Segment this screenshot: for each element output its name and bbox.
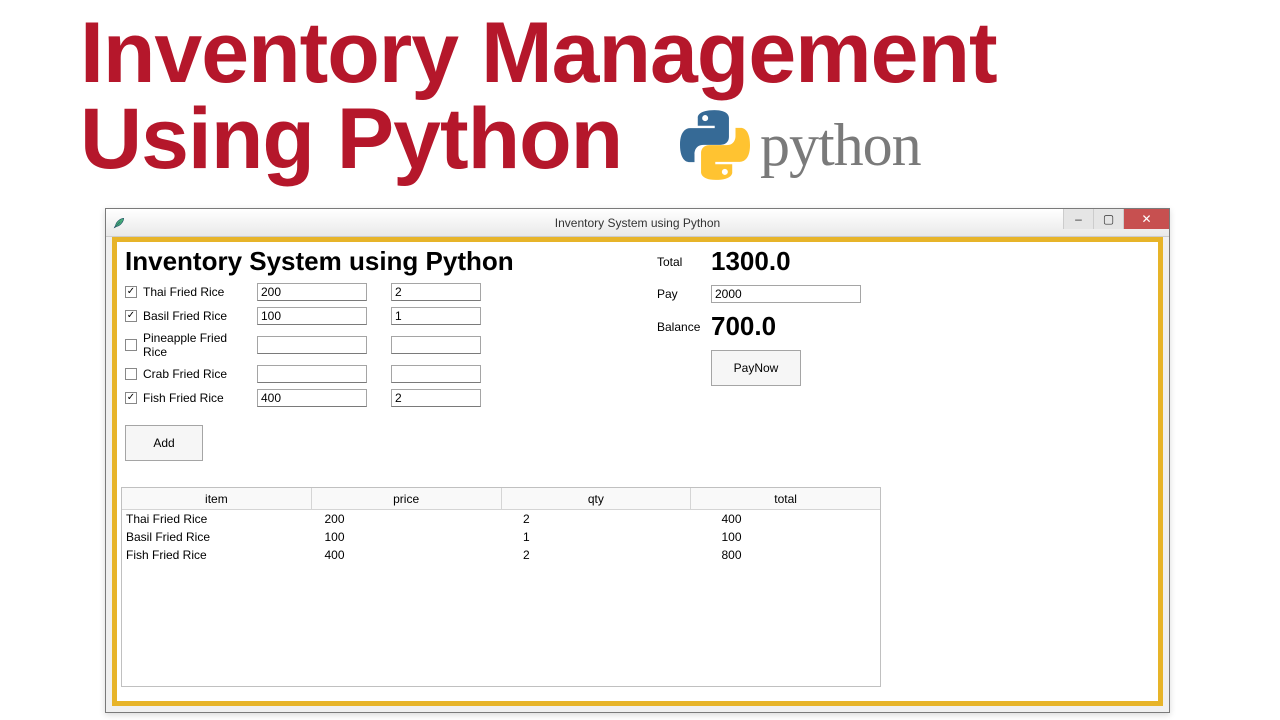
summary-pane: Total 1300.0 Pay Balance 700.0 PayNow xyxy=(657,246,861,386)
pay-input[interactable] xyxy=(711,285,861,303)
col-qty[interactable]: qty xyxy=(502,488,692,509)
client-area: Inventory System using Python Thai Fried… xyxy=(112,237,1163,706)
balance-label: Balance xyxy=(657,320,711,334)
item-label: Fish Fried Rice xyxy=(143,391,251,405)
qty-input[interactable] xyxy=(391,336,481,354)
checkbox-crab[interactable] xyxy=(125,368,137,380)
python-brand: python xyxy=(680,110,921,180)
price-input[interactable] xyxy=(257,336,367,354)
checkbox-thai[interactable] xyxy=(125,286,137,298)
table-row: Basil Fried Rice 100 1 100 xyxy=(122,528,880,546)
col-price[interactable]: price xyxy=(312,488,502,509)
table-header-row: item price qty total xyxy=(122,488,880,510)
pay-label: Pay xyxy=(657,287,711,301)
close-button[interactable]: ✕ xyxy=(1123,209,1169,229)
checkbox-pineapple[interactable] xyxy=(125,339,137,351)
minimize-button[interactable]: – xyxy=(1063,209,1093,229)
price-input[interactable] xyxy=(257,389,367,407)
table-body: Thai Fried Rice 200 2 400 Basil Fried Ri… xyxy=(122,510,880,564)
add-button[interactable]: Add xyxy=(125,425,203,461)
price-input[interactable] xyxy=(257,365,367,383)
item-label: Basil Fried Rice xyxy=(143,309,251,323)
col-total[interactable]: total xyxy=(691,488,880,509)
checkbox-basil[interactable] xyxy=(125,310,137,322)
cell-total[interactable]: 400 xyxy=(682,510,881,528)
cell-price[interactable]: 100 xyxy=(285,528,484,546)
cell-total[interactable]: 100 xyxy=(682,528,881,546)
price-input[interactable] xyxy=(257,283,367,301)
qty-input[interactable] xyxy=(391,283,481,301)
slide-headline: Inventory Management Using Python xyxy=(0,0,1280,182)
table-row: Fish Fried Rice 400 2 800 xyxy=(122,546,880,564)
python-word: python xyxy=(760,111,921,180)
cell-total[interactable]: 800 xyxy=(682,546,881,564)
qty-input[interactable] xyxy=(391,307,481,325)
paynow-button[interactable]: PayNow xyxy=(711,350,801,386)
results-table: item price qty total Thai Fried Rice 200… xyxy=(121,487,881,687)
item-row: Pineapple Fried Rice xyxy=(125,331,1150,359)
item-label: Crab Fried Rice xyxy=(143,367,251,381)
item-row: Thai Fried Rice xyxy=(125,283,1150,301)
cell-qty[interactable]: 1 xyxy=(483,528,682,546)
cell-qty[interactable]: 2 xyxy=(483,510,682,528)
item-row: Crab Fried Rice xyxy=(125,365,1150,383)
item-row: Fish Fried Rice xyxy=(125,389,1150,407)
total-label: Total xyxy=(657,255,711,269)
price-input[interactable] xyxy=(257,307,367,325)
qty-input[interactable] xyxy=(391,389,481,407)
item-label: Thai Fried Rice xyxy=(143,285,251,299)
item-label: Pineapple Fried Rice xyxy=(143,331,251,359)
python-logo-icon xyxy=(680,110,750,180)
cell-item[interactable]: Basil Fried Rice xyxy=(122,528,285,546)
item-rows: Thai Fried Rice Basil Fried Rice Pineapp… xyxy=(125,283,1150,407)
app-title: Inventory System using Python xyxy=(125,246,1150,277)
maximize-button[interactable]: ▢ xyxy=(1093,209,1123,229)
titlebar[interactable]: Inventory System using Python – ▢ ✕ xyxy=(106,209,1169,237)
cell-item[interactable]: Fish Fried Rice xyxy=(122,546,285,564)
cell-qty[interactable]: 2 xyxy=(483,546,682,564)
cell-price[interactable]: 400 xyxy=(285,546,484,564)
item-row: Basil Fried Rice xyxy=(125,307,1150,325)
app-window: Inventory System using Python – ▢ ✕ Inve… xyxy=(105,208,1170,713)
total-value: 1300.0 xyxy=(711,246,791,277)
table-row: Thai Fried Rice 200 2 400 xyxy=(122,510,880,528)
window-title: Inventory System using Python xyxy=(555,216,720,230)
cell-item[interactable]: Thai Fried Rice xyxy=(122,510,285,528)
cell-price[interactable]: 200 xyxy=(285,510,484,528)
checkbox-fish[interactable] xyxy=(125,392,137,404)
headline-line1: Inventory Management xyxy=(80,10,1280,96)
col-item[interactable]: item xyxy=(122,488,312,509)
qty-input[interactable] xyxy=(391,365,481,383)
app-icon xyxy=(112,216,126,230)
balance-value: 700.0 xyxy=(711,311,776,342)
